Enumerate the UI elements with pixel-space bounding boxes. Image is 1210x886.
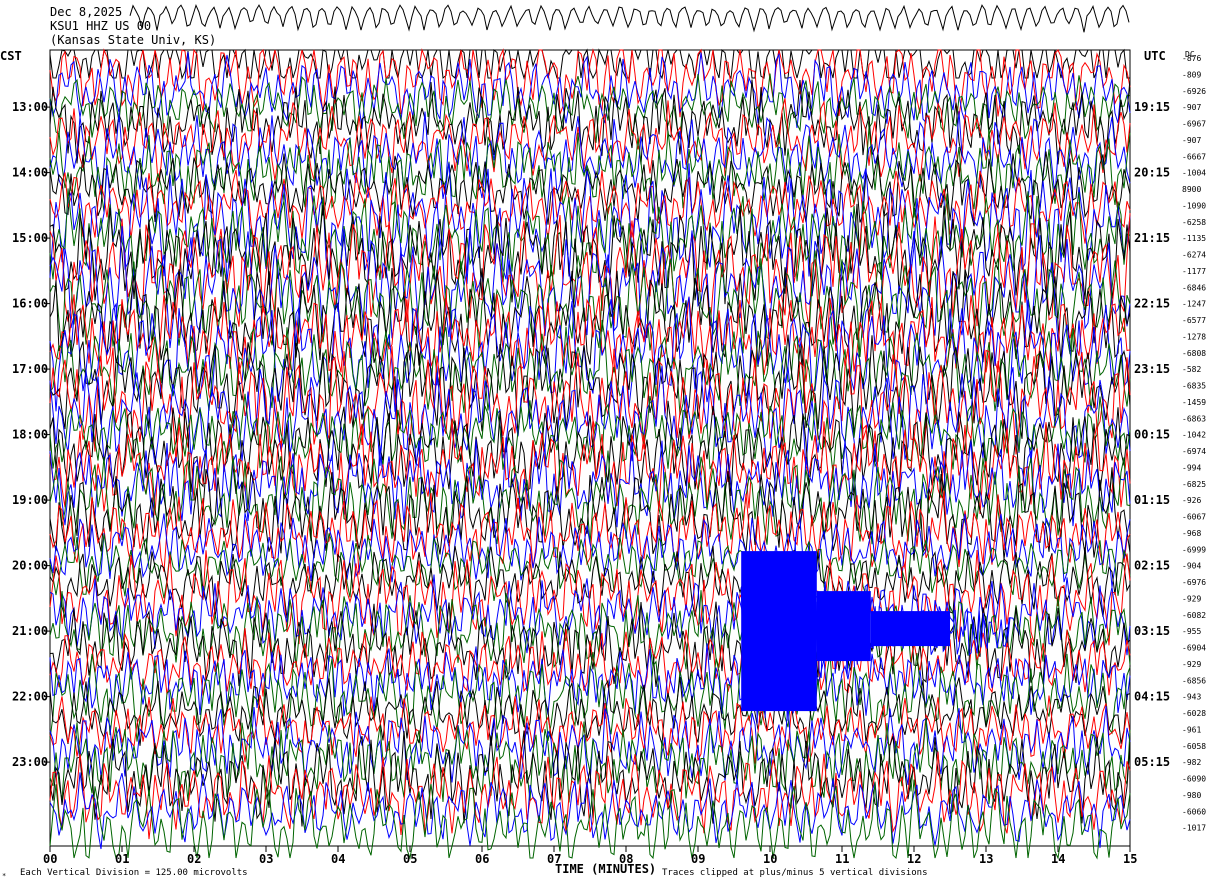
right-hour-label: 01:15 (1134, 493, 1170, 507)
dc-offset-label: -6577 (1182, 316, 1206, 325)
dc-offset-label: -6999 (1182, 545, 1206, 554)
left-hour-label: 19:00 (12, 493, 48, 507)
dc-offset-label: -6926 (1182, 87, 1206, 96)
x-tick-label: 09 (691, 852, 705, 866)
dc-offset-label: -6082 (1182, 611, 1206, 620)
dc-offset-label: -6090 (1182, 775, 1206, 784)
left-timezone-label: CST (0, 49, 22, 63)
x-tick-label: 15 (1123, 852, 1137, 866)
right-hour-label: 00:15 (1134, 428, 1170, 442)
scale-note: Each Vertical Division = 125.00 microvol… (20, 868, 248, 878)
right-hour-label: 02:15 (1134, 559, 1170, 573)
x-tick-label: 00 (43, 852, 57, 866)
dc-offset-label: -982 (1182, 758, 1201, 767)
right-hour-label: 19:15 (1134, 100, 1170, 114)
dc-offset-label: -6060 (1182, 807, 1206, 816)
dc-offset-label: 8900 (1182, 185, 1201, 194)
dc-offset-label: -994 (1182, 463, 1201, 472)
clip-note: Traces clipped at plus/minus 5 vertical … (662, 868, 928, 878)
dc-offset-label: -6058 (1182, 742, 1206, 751)
right-hour-label: 05:15 (1134, 755, 1170, 769)
dc-offset-label: -6846 (1182, 283, 1206, 292)
x-tick-label: 12 (907, 852, 921, 866)
dc-offset-label: -943 (1182, 693, 1201, 702)
x-tick-label: 04 (331, 852, 345, 866)
dc-offset-label: -926 (1182, 496, 1201, 505)
right-hour-label: 03:15 (1134, 624, 1170, 638)
dc-offset-label: -6904 (1182, 644, 1206, 653)
right-hour-label: 20:15 (1134, 166, 1170, 180)
dc-offset-label: -876 (1182, 54, 1201, 63)
footer-mark: * (2, 872, 6, 880)
helicorder-plot: Dec 8,2025 KSU1 HHZ US 00 (Kansas State … (0, 0, 1210, 886)
dc-offset-label: -1004 (1182, 169, 1206, 178)
left-hour-label: 18:00 (12, 428, 48, 442)
header-date: Dec 8,2025 (50, 5, 122, 19)
x-tick-label: 06 (475, 852, 489, 866)
dc-offset-label: -1247 (1182, 300, 1206, 309)
x-tick-label: 13 (979, 852, 993, 866)
dc-offset-label: -1278 (1182, 332, 1206, 341)
left-hour-label: 22:00 (12, 690, 48, 704)
left-hour-label: 15:00 (12, 231, 48, 245)
x-tick-label: 02 (187, 852, 201, 866)
left-hour-label: 21:00 (12, 624, 48, 638)
x-tick-label: 11 (835, 852, 849, 866)
right-hour-label: 21:15 (1134, 231, 1170, 245)
dc-offset-label: -968 (1182, 529, 1201, 538)
right-hour-label: 04:15 (1134, 690, 1170, 704)
dc-offset-label: -1017 (1182, 824, 1206, 833)
right-hour-label: 22:15 (1134, 297, 1170, 311)
left-hour-label: 16:00 (12, 297, 48, 311)
dc-offset-label: -6863 (1182, 414, 1206, 423)
dc-offset-label: -1042 (1182, 431, 1206, 440)
dc-offset-label: -6067 (1182, 513, 1206, 522)
dc-offset-label: -809 (1182, 70, 1201, 79)
x-tick-label: 03 (259, 852, 273, 866)
dc-offset-label: -6274 (1182, 251, 1206, 260)
left-hour-label: 20:00 (12, 559, 48, 573)
dc-offset-label: -955 (1182, 627, 1201, 636)
x-tick-label: 05 (403, 852, 417, 866)
dc-offset-label: -1459 (1182, 398, 1206, 407)
dc-offset-label: -6258 (1182, 218, 1206, 227)
dc-offset-label: -6808 (1182, 349, 1206, 358)
left-hour-label: 23:00 (12, 755, 48, 769)
x-tick-label: 14 (1051, 852, 1065, 866)
dc-offset-label: -1177 (1182, 267, 1206, 276)
header-institution: (Kansas State Univ, KS) (50, 33, 216, 47)
right-timezone-label: UTC (1144, 49, 1166, 63)
dc-offset-label: -6974 (1182, 447, 1206, 456)
x-tick-label: 01 (115, 852, 129, 866)
dc-offset-label: -980 (1182, 791, 1201, 800)
dc-offset-label: -582 (1182, 365, 1201, 374)
left-hour-label: 13:00 (12, 100, 48, 114)
dc-offset-label: -904 (1182, 562, 1201, 571)
header-station: KSU1 HHZ US 00 (50, 19, 151, 33)
right-hour-label: 23:15 (1134, 362, 1170, 376)
dc-offset-label: -6028 (1182, 709, 1206, 718)
dc-offset-label: -6825 (1182, 480, 1206, 489)
left-hour-label: 14:00 (12, 166, 48, 180)
dc-offset-label: -907 (1182, 103, 1201, 112)
dc-offset-label: -6976 (1182, 578, 1206, 587)
dc-offset-label: -6835 (1182, 382, 1206, 391)
x-tick-label: 10 (763, 852, 777, 866)
dc-offset-label: -6856 (1182, 676, 1206, 685)
dc-offset-label: -907 (1182, 136, 1201, 145)
dc-offset-label: -6667 (1182, 152, 1206, 161)
dc-offset-label: -1135 (1182, 234, 1206, 243)
dc-offset-label: -929 (1182, 660, 1201, 669)
dc-offset-label: -929 (1182, 594, 1201, 603)
dc-offset-label: -6967 (1182, 120, 1206, 129)
dc-offset-label: -1090 (1182, 201, 1206, 210)
left-hour-label: 17:00 (12, 362, 48, 376)
x-axis-title: TIME (MINUTES) (555, 862, 656, 876)
dc-offset-label: -961 (1182, 725, 1201, 734)
